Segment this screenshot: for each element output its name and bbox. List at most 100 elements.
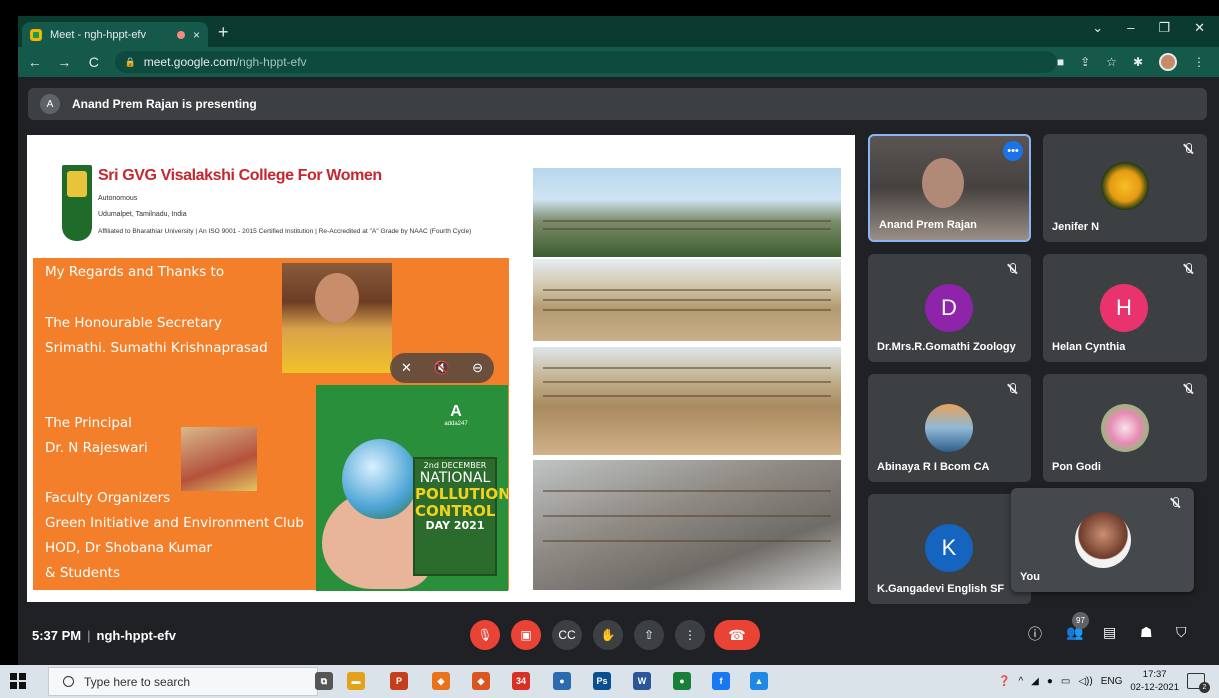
taskbar-time: 17:37: [1142, 669, 1167, 680]
leave-call-button[interactable]: ☎: [714, 620, 760, 650]
campus-photo-4: [533, 460, 841, 590]
taskbar-file-explorer-icon[interactable]: ▬: [347, 672, 365, 690]
self-name: You: [1020, 571, 1040, 583]
bookmark-star-icon[interactable]: ☆: [1106, 55, 1117, 69]
participant-tile-gangadevi[interactable]: K K.Gangadevi English SF: [868, 494, 1031, 604]
battery-icon[interactable]: ▭: [1061, 676, 1070, 687]
taskbar-clock[interactable]: 17:37 02-12-2021: [1130, 668, 1179, 694]
restore-button[interactable]: ❐: [1158, 20, 1170, 36]
hod-name: HOD, Dr Shobana Kumar: [45, 540, 213, 556]
pollution-day-poster: A adda247 2nd DECEMBER NATIONAL POLLUTIO…: [316, 385, 508, 591]
meeting-code: ngh-hppt-efv: [96, 628, 176, 643]
mic-off-icon: [1168, 496, 1182, 510]
forward-button[interactable]: →: [52, 54, 78, 70]
url-domain: meet.google.com: [143, 55, 236, 69]
poster-line-control: CONTROL: [415, 501, 496, 520]
more-options-button[interactable]: •••: [1003, 141, 1023, 161]
presentation-slide: Sri GVG Visalakshi College For Women Aut…: [27, 135, 855, 602]
tab-close-icon[interactable]: ×: [193, 28, 200, 42]
menu-icon[interactable]: ⋮: [1193, 55, 1205, 69]
more-options-button[interactable]: ⋮: [675, 620, 705, 650]
minimize-button[interactable]: –: [1127, 20, 1134, 36]
tab-meet[interactable]: Meet - ngh-hppt-efv ×: [22, 22, 208, 47]
taskbar-word-icon[interactable]: W: [633, 672, 651, 690]
activities-icon[interactable]: ☗: [1140, 624, 1153, 641]
principal-name: Dr. N Rajeswari: [45, 440, 148, 456]
language-indicator[interactable]: ENG: [1101, 676, 1123, 687]
present-now-button[interactable]: ⇧: [634, 620, 664, 650]
taskbar-photoshop-icon[interactable]: Ps: [593, 672, 611, 690]
system-tray: ❓ ^ ◢ ● ▭ ◁)) ENG 17:37 02-12-2021 2: [998, 668, 1210, 694]
taskbar-facebook-icon[interactable]: f: [712, 672, 730, 690]
profile-avatar[interactable]: [1159, 53, 1177, 71]
reload-button[interactable]: C: [81, 54, 107, 70]
taskbar-powerpoint-icon[interactable]: P: [390, 672, 408, 690]
participant-tile-pongodi[interactable]: Pon Godi: [1043, 374, 1207, 482]
volume-icon[interactable]: ◁)): [1078, 676, 1092, 687]
toolbar-icons: ■ ⇪ ☆ ✱ ⋮: [1057, 53, 1219, 71]
meeting-details-icon[interactable]: ⓘ: [1028, 624, 1042, 644]
mic-tray-icon[interactable]: ●: [1047, 676, 1053, 687]
new-tab-button[interactable]: +: [218, 22, 229, 43]
campus-photo-2: [533, 259, 841, 341]
taskbar-photos-icon[interactable]: ▲: [750, 672, 768, 690]
poster-line-pollution: POLLUTION: [415, 485, 508, 504]
help-icon[interactable]: ❓: [998, 676, 1010, 687]
notification-icon[interactable]: 2: [1187, 673, 1210, 693]
camera-off-button[interactable]: ▣: [511, 620, 541, 650]
network-icon[interactable]: ◢: [1031, 676, 1039, 687]
taskbar-search[interactable]: Type here to search: [48, 667, 318, 696]
participant-tile-anand[interactable]: ••• Anand Prem Rajan: [868, 134, 1031, 242]
taskbar-app-orange-1-icon[interactable]: ◆: [432, 672, 450, 690]
taskbar-chrome-icon[interactable]: ●: [673, 672, 691, 690]
poster-line-day: DAY 2021: [425, 519, 485, 533]
participant-tile-jenifer[interactable]: Jenifer N: [1043, 134, 1207, 242]
taskbar-task-view-icon[interactable]: ⧉: [315, 672, 333, 690]
presenter-avatar: A: [40, 94, 60, 114]
college-autonomous: Autonomous: [98, 195, 138, 202]
pin-off-icon[interactable]: ✕: [401, 360, 412, 376]
students: & Students: [45, 565, 120, 581]
participant-tile-helan[interactable]: H Helan Cynthia: [1043, 254, 1207, 362]
remove-icon[interactable]: ⊖: [472, 360, 483, 376]
nav-bar: ← → C 🔒 meet.google.com /ngh-hppt-efv ■ …: [18, 47, 1219, 77]
participant-avatar: [1101, 162, 1149, 210]
secretary-photo: [282, 263, 392, 373]
raise-hand-button[interactable]: ✋: [593, 620, 623, 650]
mute-presentation-icon[interactable]: 🔇: [434, 360, 450, 376]
taskbar-app-orange-2-icon[interactable]: ◆: [472, 672, 490, 690]
tab-title: Meet - ngh-hppt-efv: [50, 28, 146, 41]
meet-favicon-icon: [30, 28, 42, 41]
participant-avatar: D: [925, 284, 973, 332]
meeting-controls-bar: 5:37 PM | ngh-hppt-efv 🎙 ▣ CC ✋ ⇧ ⋮ ☎ ⓘ 👥 …: [18, 612, 1219, 658]
thanks-heading: My Regards and Thanks to: [45, 264, 225, 280]
participant-tile-abinaya[interactable]: Abinaya R I Bcom CA: [868, 374, 1031, 482]
participant-tile-gomathi[interactable]: D Dr.Mrs.R.Gomathi Zoology: [868, 254, 1031, 362]
host-controls-icon[interactable]: ⛉: [1176, 624, 1187, 641]
poster-brand: A adda247: [444, 403, 468, 427]
share-icon[interactable]: ⇪: [1080, 55, 1090, 69]
extensions-icon[interactable]: ✱: [1133, 55, 1143, 69]
windows-start-icon[interactable]: [10, 673, 26, 689]
captions-button[interactable]: CC: [552, 620, 582, 650]
lock-icon: 🔒: [124, 56, 136, 67]
browser-window: Meet - ngh-hppt-efv × + ⌄ – ❐ ✕ ← → C 🔒 …: [18, 16, 1219, 698]
presentation-hover-controls: ✕ 🔇 ⊖: [390, 353, 494, 383]
poster-line-national: NATIONAL: [419, 469, 491, 486]
tab-search-icon[interactable]: ⌄: [1092, 20, 1103, 36]
close-window-button[interactable]: ✕: [1194, 20, 1205, 36]
mic-off-button[interactable]: 🎙: [470, 620, 500, 650]
participant-name: Dr.Mrs.R.Gomathi Zoology: [877, 341, 1016, 353]
participant-name: K.Gangadevi English SF: [877, 583, 1005, 595]
presenter-video: [922, 158, 964, 208]
back-button[interactable]: ←: [22, 54, 48, 70]
participant-avatar: [1101, 404, 1149, 452]
taskbar-app-blue-icon[interactable]: ●: [553, 672, 571, 690]
chat-icon[interactable]: ▤: [1103, 624, 1116, 641]
taskbar-chrome-badge-icon[interactable]: 34: [512, 672, 530, 690]
chevron-up-icon[interactable]: ^: [1018, 676, 1023, 687]
address-bar[interactable]: 🔒 meet.google.com /ngh-hppt-efv: [114, 51, 1057, 73]
presenting-banner: A Anand Prem Rajan is presenting: [28, 88, 1207, 120]
camera-icon[interactable]: ■: [1057, 55, 1064, 69]
self-view-tile[interactable]: You: [1011, 488, 1194, 592]
